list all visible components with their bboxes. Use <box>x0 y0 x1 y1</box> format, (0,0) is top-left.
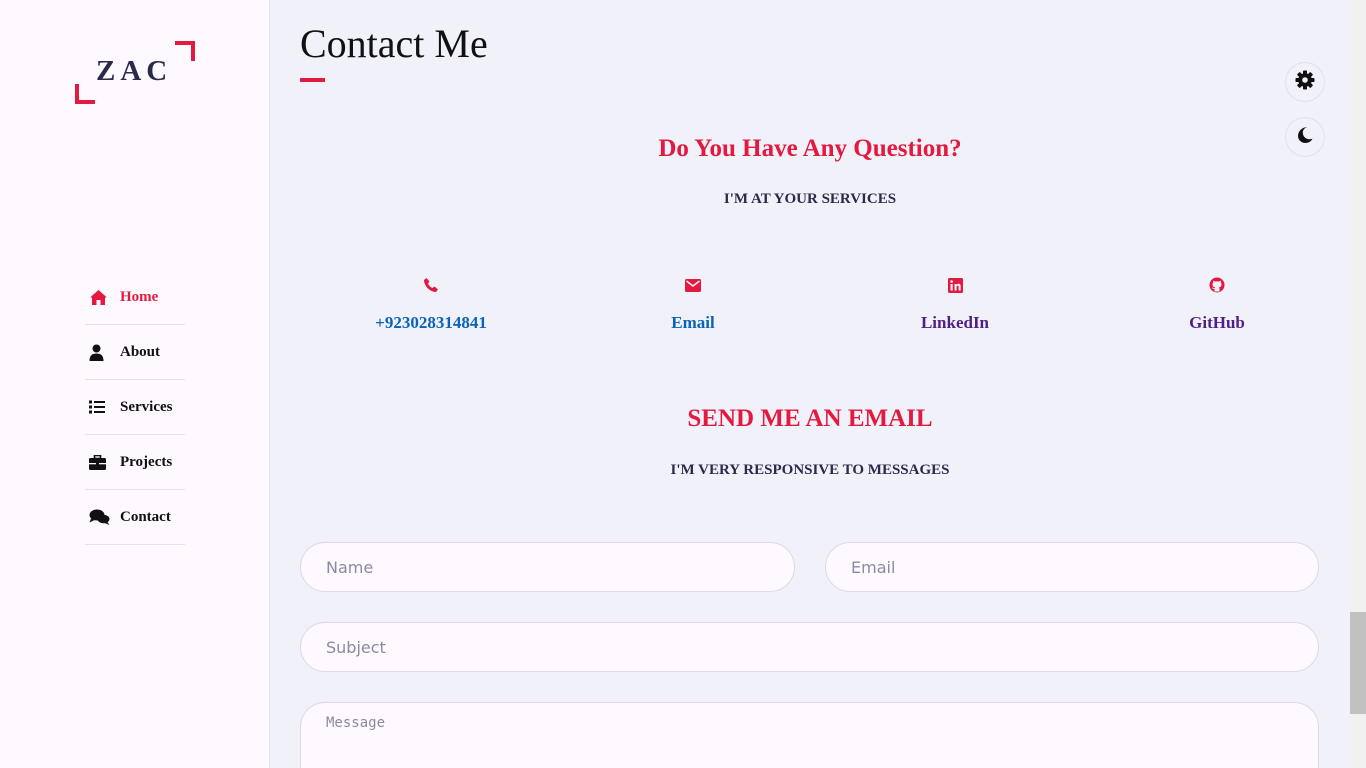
nav-item-label: Contact <box>120 508 171 525</box>
contact-links: +923028314841 Email LinkedIn GitHub <box>300 272 1349 333</box>
briefcase-icon <box>85 454 113 470</box>
nav-item-label: Projects <box>120 453 173 470</box>
comments-icon <box>85 509 113 525</box>
envelope-icon <box>562 272 824 298</box>
nav-item-label: Home <box>120 288 159 305</box>
moon-icon <box>1296 126 1314 149</box>
contact-github[interactable]: GitHub <box>1086 272 1348 333</box>
scrollbar-thumb[interactable] <box>1350 612 1366 714</box>
logo-corner-bottom-left <box>75 84 95 104</box>
nav-item-about[interactable]: About <box>85 325 185 380</box>
send-email-heading: SEND ME AN EMAIL <box>687 405 933 432</box>
phone-icon <box>300 272 562 298</box>
main-content: Contact Me Do You Have Any Question? I'M… <box>270 0 1350 768</box>
settings-button[interactable] <box>1285 62 1325 102</box>
list-icon <box>85 400 113 414</box>
nav-item-label: Services <box>120 398 173 415</box>
nav-item-projects[interactable]: Projects <box>85 435 185 490</box>
page-title: Contact Me <box>300 21 488 66</box>
subject-field[interactable] <box>300 622 1319 672</box>
theme-toggle-button[interactable] <box>1285 117 1325 157</box>
user-icon <box>85 344 113 361</box>
logo[interactable]: ZAC <box>75 41 195 104</box>
github-icon <box>1086 272 1348 298</box>
message-field[interactable] <box>300 702 1319 768</box>
logo-corner-top-right <box>175 41 195 61</box>
gear-icon <box>1295 70 1315 95</box>
sidebar: ZAC Home About Services Projects Contact <box>0 0 270 768</box>
email-field[interactable] <box>825 542 1319 592</box>
home-icon <box>85 289 113 306</box>
contact-linkedin-label[interactable]: LinkedIn <box>824 313 1086 333</box>
contact-phone-label[interactable]: +923028314841 <box>300 313 562 333</box>
logo-text: ZAC <box>96 55 173 87</box>
page-scrollbar[interactable] <box>1350 0 1366 768</box>
nav-item-services[interactable]: Services <box>85 380 185 435</box>
name-field[interactable] <box>300 542 795 592</box>
nav-item-label: About <box>120 343 161 360</box>
contact-linkedin[interactable]: LinkedIn <box>824 272 1086 333</box>
send-email-subheading: I'M VERY RESPONSIVE TO MESSAGES <box>670 462 950 478</box>
nav-item-contact[interactable]: Contact <box>85 490 185 545</box>
contact-github-label[interactable]: GitHub <box>1086 313 1348 333</box>
contact-email-label[interactable]: Email <box>562 313 824 333</box>
title-underline <box>300 78 325 82</box>
question-heading: Do You Have Any Question? <box>658 135 962 162</box>
contact-phone[interactable]: +923028314841 <box>300 272 562 333</box>
contact-email[interactable]: Email <box>562 272 824 333</box>
nav-item-home[interactable]: Home <box>85 270 185 325</box>
linkedin-icon <box>824 272 1086 298</box>
main-nav: Home About Services Projects Contact <box>85 270 185 545</box>
question-subheading: I'M AT YOUR SERVICES <box>723 191 897 207</box>
